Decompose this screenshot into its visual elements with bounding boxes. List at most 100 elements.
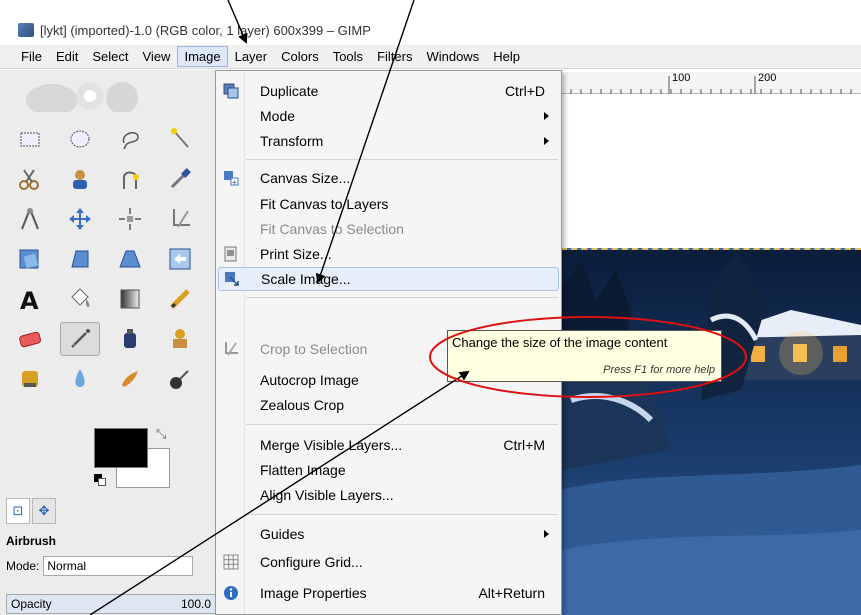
clone-tool-icon[interactable] — [160, 322, 200, 356]
menu-item-label: Merge Visible Layers... — [260, 437, 403, 453]
text-tool-icon[interactable]: A — [10, 282, 50, 316]
paths-tool-icon[interactable] — [110, 162, 150, 196]
menu-windows[interactable]: Windows — [419, 46, 486, 67]
menu-item-fit-canvas-to-layers[interactable]: Fit Canvas to Layers — [216, 192, 561, 216]
menu-help[interactable]: Help — [486, 46, 527, 67]
scale-image-tooltip: Change the size of the image content Pre… — [447, 330, 722, 382]
grid-icon — [222, 553, 240, 571]
menu-item-zealous-crop[interactable]: Zealous Crop — [216, 393, 561, 417]
scissors-tool-icon[interactable] — [10, 162, 50, 196]
menu-item-shortcut: Alt+Return — [478, 585, 545, 601]
menu-item-label: Duplicate — [260, 83, 319, 99]
eraser-tool-icon[interactable] — [10, 322, 50, 356]
menu-view[interactable]: View — [136, 46, 178, 67]
menu-item-mode[interactable]: Mode — [216, 104, 561, 128]
menu-item-label: Transform — [260, 133, 324, 149]
menu-item-label: Mode — [260, 108, 296, 124]
pencil-tool-icon[interactable] — [160, 282, 200, 316]
toolbox: A ⤡ ⊡ ✥ Airbrush Mode: Normal Opacity 10… — [0, 70, 220, 615]
mode-label: Mode: — [6, 559, 40, 573]
menu-bar: File Edit Select View Image Layer Colors… — [0, 45, 861, 69]
menu-item-image-properties[interactable]: Image Properties Alt+Return — [216, 581, 561, 605]
tooltip-help-hint: Press F1 for more help — [603, 364, 715, 376]
menu-item-transform[interactable]: Transform — [216, 129, 561, 153]
foreground-select-tool-icon[interactable] — [60, 162, 100, 196]
menu-item-fit-canvas-to-selection[interactable]: Fit Canvas to Selection — [216, 217, 561, 241]
heal-tool-icon[interactable] — [10, 362, 50, 396]
menu-item-duplicate[interactable]: Duplicate Ctrl+D — [216, 79, 561, 103]
menu-item-label: Fit Canvas to Selection — [260, 221, 404, 237]
horizontal-ruler[interactable]: 100 200 — [561, 72, 861, 94]
opacity-slider[interactable]: Opacity 100.0 — [6, 594, 216, 614]
menu-item-merge-visible-layers[interactable]: Merge Visible Layers... Ctrl+M — [216, 433, 561, 457]
menu-tools[interactable]: Tools — [326, 46, 370, 67]
fuzzy-select-tool-icon[interactable] — [160, 122, 200, 156]
menu-image[interactable]: Image — [177, 46, 228, 67]
svg-text:+: + — [232, 178, 237, 186]
menu-item-shortcut: Ctrl+D — [504, 83, 545, 99]
menu-item-print-size[interactable]: Print Size... — [216, 242, 561, 266]
menu-separator — [246, 159, 558, 160]
menu-item-scale-image[interactable]: Scale Image... — [218, 267, 559, 291]
lasso-tool-icon[interactable] — [110, 122, 150, 156]
airbrush-tool-icon[interactable] — [60, 322, 100, 356]
opacity-label: Opacity — [11, 597, 52, 611]
move-tool-icon[interactable] — [60, 202, 100, 236]
measure-tool-icon[interactable] — [10, 202, 50, 236]
menu-separator — [246, 297, 558, 298]
menu-item-label: Configure Grid... — [260, 554, 363, 570]
ink-tool-icon[interactable] — [110, 322, 150, 356]
menu-colors[interactable]: Colors — [274, 46, 326, 67]
submenu-arrow-icon — [544, 530, 549, 538]
menu-layer[interactable]: Layer — [228, 46, 275, 67]
info-icon — [222, 584, 240, 602]
menu-item-label: Flatten Image — [260, 462, 346, 478]
opacity-value: 100.0 — [180, 597, 211, 611]
shear-tool-icon[interactable] — [110, 242, 150, 276]
menu-item-label: Scale Image... — [261, 271, 351, 287]
bucket-fill-tool-icon[interactable] — [60, 282, 100, 316]
rotate-tool-icon[interactable] — [10, 242, 50, 276]
move-tab-icon[interactable]: ✥ — [32, 498, 56, 524]
rect-select-tool-icon[interactable] — [10, 122, 50, 156]
blur-tool-icon[interactable] — [60, 362, 100, 396]
ellipse-select-tool-icon[interactable] — [60, 122, 100, 156]
tool-grid: A — [10, 122, 215, 399]
ruler-label-100: 100 — [672, 72, 691, 84]
canvas-size-icon: + — [222, 169, 240, 187]
mode-select[interactable]: Normal — [43, 556, 194, 576]
menu-item-label: Canvas Size... — [260, 170, 351, 186]
menu-item-align-visible-layers[interactable]: Align Visible Layers... — [216, 483, 561, 507]
menu-item-shortcut: Ctrl+M — [503, 437, 545, 453]
smudge-tool-icon[interactable] — [110, 362, 150, 396]
menu-file[interactable]: File — [14, 46, 49, 67]
color-picker-tool-icon[interactable] — [160, 162, 200, 196]
menu-item-label: Autocrop Image — [260, 372, 359, 388]
align-tool-icon[interactable] — [110, 202, 150, 236]
image-canvas[interactable] — [561, 248, 861, 615]
print-size-icon — [222, 245, 240, 263]
scale-tool-icon[interactable] — [60, 242, 100, 276]
dodge-burn-tool-icon[interactable] — [160, 362, 200, 396]
menu-filters[interactable]: Filters — [370, 46, 419, 67]
menu-item-flatten-image[interactable]: Flatten Image — [216, 458, 561, 482]
mode-row: Mode: Normal — [6, 556, 194, 576]
blend-tool-icon[interactable] — [110, 282, 150, 316]
menu-item-label: Guides — [260, 526, 305, 542]
flip-tool-icon[interactable] — [160, 242, 200, 276]
submenu-arrow-icon — [544, 112, 549, 120]
menu-item-canvas-size[interactable]: + Canvas Size... — [216, 166, 561, 190]
foreground-color-swatch[interactable] — [94, 428, 148, 468]
menu-select[interactable]: Select — [85, 46, 135, 67]
menu-edit[interactable]: Edit — [49, 46, 85, 67]
color-swatches: ⤡ — [90, 424, 180, 504]
crop-tool-icon[interactable] — [160, 202, 200, 236]
tool-options-tab-icon[interactable]: ⊡ — [6, 498, 30, 524]
crop-icon — [222, 340, 240, 358]
menu-item-guides[interactable]: Guides — [216, 522, 561, 546]
menu-item-label: Print Size... — [260, 246, 332, 262]
default-colors-icon[interactable] — [94, 474, 106, 486]
menu-item-configure-grid[interactable]: Configure Grid... — [216, 550, 561, 574]
tooltip-text: Change the size of the image content — [452, 335, 668, 350]
swap-colors-icon[interactable]: ⤡ — [156, 426, 166, 442]
